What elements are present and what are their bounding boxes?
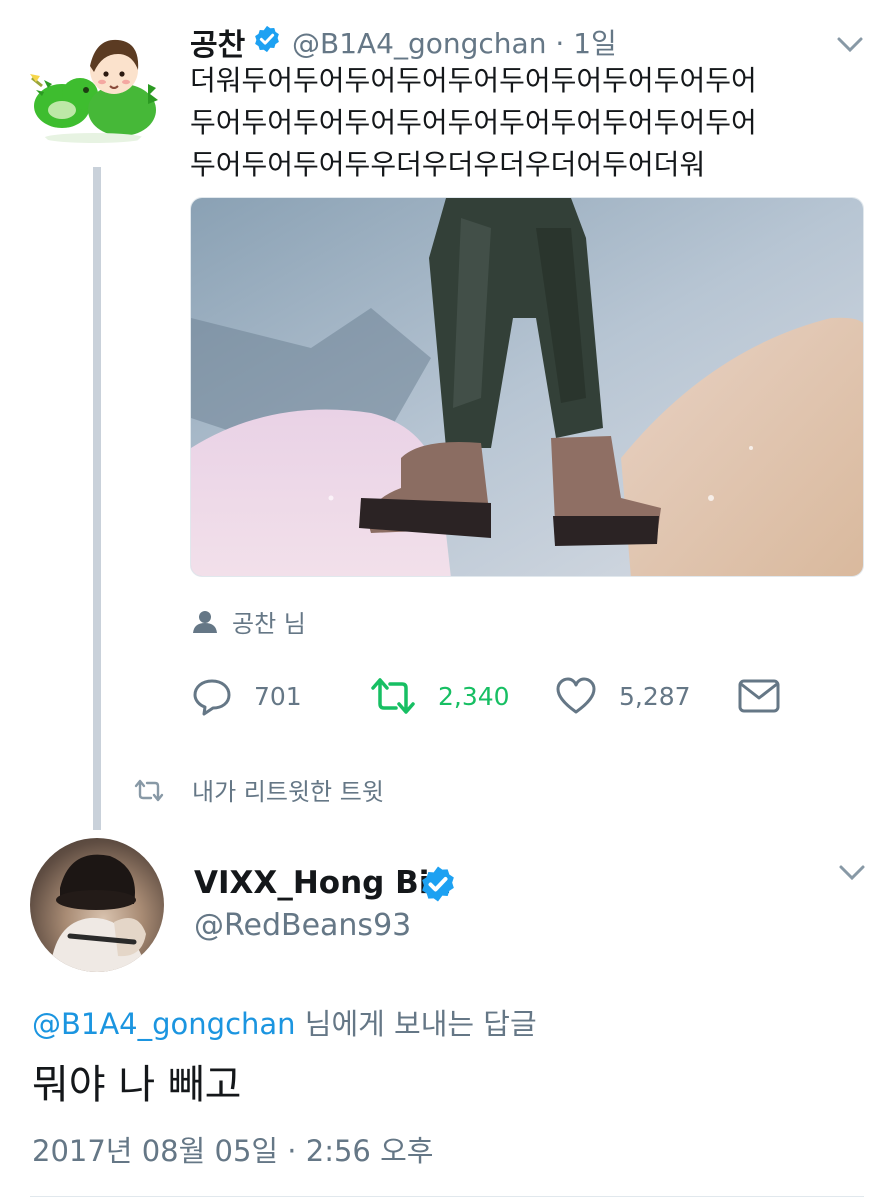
direct-message-action[interactable] [738,672,802,720]
reply-text: 뭐야 나 빼고 [32,1062,242,1108]
tweet-text-line: 두어두어두어두어두어두어두어두어두어두어두어 [190,106,757,139]
envelope-icon [738,679,780,713]
retweet-context-label: 내가 리트윗한 트윗 [192,778,384,806]
retweet-context: 내가 리트윗한 트윗 [134,772,384,807]
reply-author-name[interactable]: VIXX_Hong Bin [194,865,451,901]
author-handle[interactable]: @B1A4_gongchan [292,27,546,60]
tweet-photo[interactable] [190,197,864,577]
time-separator: · [555,27,565,60]
thread-connector-line [93,167,101,830]
author-avatar[interactable] [22,14,164,156]
retweet-icon [371,678,415,714]
divider [30,1196,864,1197]
replying-to-label: 님에게 보내는 답글 [295,1007,537,1041]
like-action[interactable]: 5,287 [555,672,691,720]
retweet-count: 2,340 [438,681,510,711]
reply-timestamp[interactable]: 2017년 08월 05일 · 2:56 오후 [32,1128,433,1170]
tweet-text-line: 두어두어두어두우더우더우더우더어두어더워 [190,148,706,181]
snow-boots-photo [191,198,863,576]
verified-badge-icon [422,866,454,902]
reply-author-handle[interactable]: @RedBeans93 [194,908,411,943]
reply-action[interactable]: 701 [192,672,302,720]
like-count: 5,287 [619,681,691,711]
reply-author-avatar[interactable] [30,838,164,972]
chevron-down-icon[interactable] [836,36,864,54]
photo-avatar [50,854,148,972]
author-handle-and-time: @B1A4_gongchan · 1일 [292,22,617,62]
retweet-action[interactable]: 2,340 [370,672,510,720]
retweet-icon [134,779,164,801]
tweet-time[interactable]: 1일 [573,27,617,60]
heart-icon [556,677,596,714]
tagged-user-label: 공찬 님 [232,610,306,638]
tagged-users[interactable]: 공찬 님 [192,604,306,639]
person-icon [193,610,217,633]
chevron-down-icon[interactable] [838,864,866,882]
replying-to: @B1A4_gongchan 님에게 보내는 답글 [32,1001,537,1043]
tweet-text: 더워두어두어두어두어두어두어두어두어두어두어 두어두어두어두어두어두어두어두어두… [190,60,870,186]
author-name[interactable]: 공찬 [190,20,245,64]
reply-bubble-icon [193,679,231,716]
tweet-text-line: 더워두어두어두어두어두어두어두어두어두어두어 [190,64,757,97]
replying-to-handle[interactable]: @B1A4_gongchan [32,1007,296,1041]
verified-badge-icon [255,25,279,53]
cartoon-avatar-illustration [30,39,158,143]
reply-count: 701 [254,681,302,711]
